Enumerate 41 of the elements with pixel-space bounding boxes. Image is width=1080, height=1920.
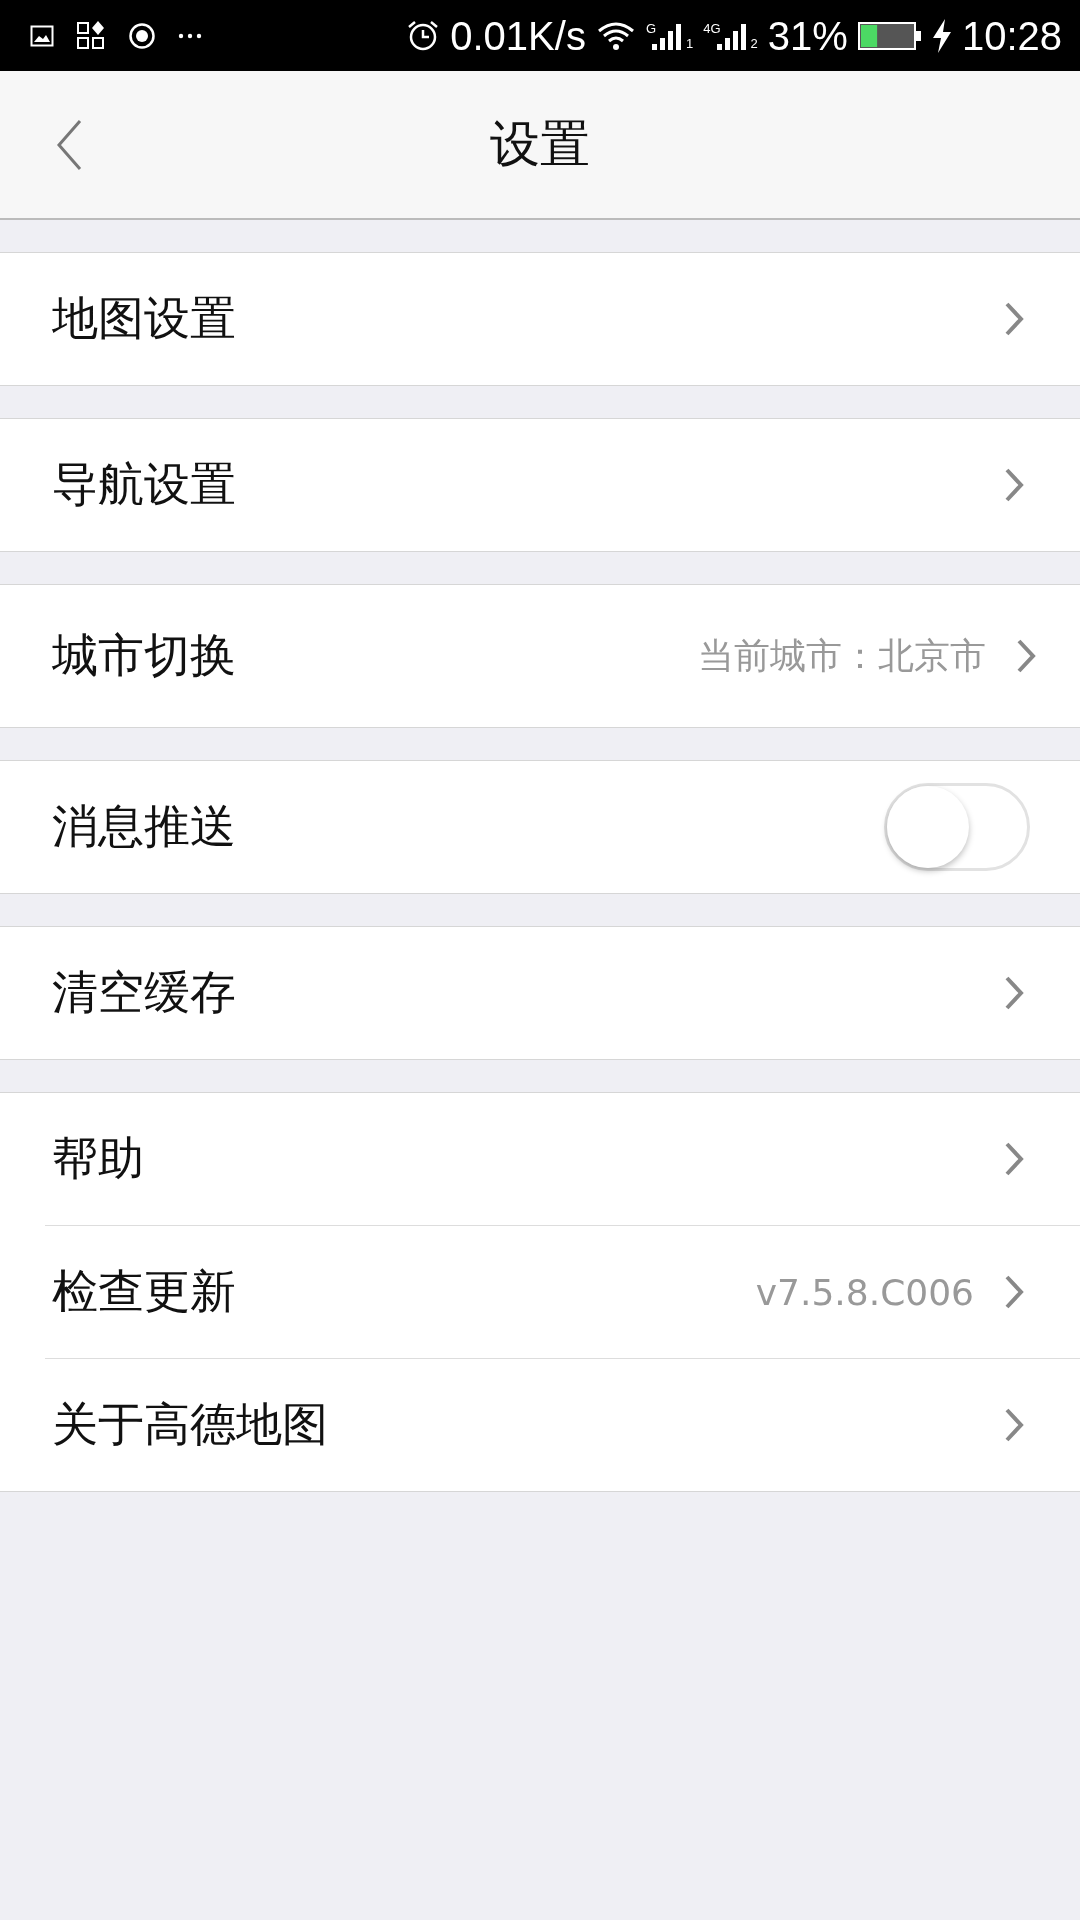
network-type: 4G — [703, 21, 721, 35]
back-button[interactable] — [56, 119, 82, 171]
row-value: v7.5.8.C006 — [755, 1271, 974, 1313]
settings-row[interactable]: 导航设置 — [0, 419, 1080, 551]
back-icon — [56, 119, 82, 171]
battery-icon — [857, 21, 922, 50]
chevron-icon — [1004, 1141, 1024, 1177]
network-type: G — [645, 21, 656, 35]
row-label: 帮助 — [52, 1130, 144, 1187]
chevron-icon — [1004, 301, 1024, 337]
settings-row[interactable]: 地图设置 — [0, 253, 1080, 385]
sim-slot: 1 — [686, 36, 694, 50]
row-label: 清空缓存 — [52, 964, 236, 1021]
image-icon — [30, 24, 54, 47]
network-speed: 0.01K/s — [450, 15, 586, 56]
apps-icon — [76, 20, 106, 51]
more-icon — [178, 32, 202, 39]
row-label: 检查更新 — [52, 1263, 236, 1320]
settings-row[interactable]: 帮助 — [0, 1093, 1080, 1225]
settings-row[interactable]: 关于高德地图 — [45, 1358, 1080, 1491]
settings-row[interactable]: 城市切换 当前城市：北京市 — [0, 585, 1080, 727]
chevron-icon — [1016, 638, 1036, 674]
settings-row[interactable]: 消息推送 — [0, 761, 1080, 893]
wifi-icon — [595, 19, 636, 52]
sim-slot: 2 — [750, 36, 758, 50]
clock: 10:28 — [961, 15, 1062, 56]
chevron-icon — [1004, 1407, 1024, 1443]
settings-row[interactable]: 检查更新 v7.5.8.C006 — [45, 1225, 1080, 1358]
chevron-icon — [1004, 975, 1024, 1011]
record-icon — [128, 21, 156, 50]
row-label: 消息推送 — [52, 798, 236, 855]
row-label: 导航设置 — [52, 456, 236, 513]
chevron-icon — [1004, 1274, 1024, 1310]
row-label: 地图设置 — [52, 290, 236, 347]
row-value: 当前城市：北京市 — [698, 633, 986, 678]
row-label: 城市切换 — [52, 627, 236, 684]
row-label: 关于高德地图 — [52, 1396, 328, 1453]
page-title: 设置 — [490, 114, 590, 175]
battery-percent: 31% — [767, 15, 848, 56]
settings-row[interactable]: 清空缓存 — [0, 927, 1080, 1059]
chevron-icon — [1004, 467, 1024, 503]
